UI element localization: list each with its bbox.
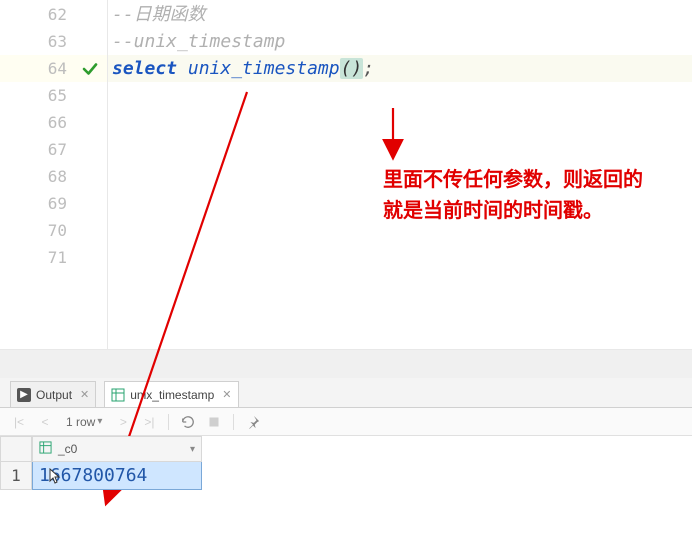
tab-result[interactable]: unix_timestamp ✕	[104, 381, 238, 407]
code-line	[108, 190, 692, 217]
sheet-icon	[39, 441, 52, 457]
next-page-button[interactable]: >	[114, 413, 132, 431]
code-line: --日期函数	[108, 1, 692, 28]
code-line	[108, 163, 692, 190]
line-number-gutter: 62 63 64 65 66 67 68 69 70 71	[0, 0, 108, 349]
cell-value[interactable]: 1667800764	[32, 462, 202, 490]
line-number: 65	[0, 82, 107, 109]
tab-output[interactable]: ▶ Output ✕	[10, 381, 96, 407]
result-toolbar: |< < 1 row ▾ > >|	[0, 408, 692, 436]
tab-label: unix_timestamp	[130, 388, 214, 402]
last-page-button[interactable]: >|	[140, 413, 158, 431]
result-tabbar: ▶ Output ✕ unix_timestamp ✕	[0, 378, 692, 408]
result-grid: _c0 ▾ 1 1667800764	[0, 436, 220, 490]
prev-page-button[interactable]: <	[36, 413, 54, 431]
close-icon[interactable]: ✕	[222, 388, 231, 401]
line-number: 68	[0, 163, 107, 190]
stop-button[interactable]	[205, 413, 223, 431]
table-row: 1 1667800764	[0, 462, 220, 490]
first-page-button[interactable]: |<	[10, 413, 28, 431]
chevron-down-icon[interactable]: ▾	[190, 444, 195, 455]
line-number: 69	[0, 190, 107, 217]
row-count-dropdown[interactable]: 1 row ▾	[62, 415, 106, 429]
line-number: 67	[0, 136, 107, 163]
column-header[interactable]: _c0 ▾	[32, 436, 202, 462]
checkmark-icon	[81, 59, 99, 77]
line-number: 62	[0, 1, 107, 28]
panel-gap	[0, 350, 692, 378]
chevron-down-icon: ▾	[97, 416, 102, 427]
line-number: 71	[0, 244, 107, 271]
grid-corner[interactable]	[0, 436, 32, 462]
code-line: select unix_timestamp();	[108, 55, 692, 82]
sheet-icon	[111, 388, 125, 402]
line-number: 70	[0, 217, 107, 244]
line-number: 64	[0, 55, 107, 82]
row-number[interactable]: 1	[0, 462, 32, 490]
code-line: --unix_timestamp	[108, 28, 692, 55]
pin-button[interactable]	[244, 413, 262, 431]
refresh-button[interactable]	[179, 413, 197, 431]
code-editor: 62 63 64 65 66 67 68 69 70 71 --日期函数 --u…	[0, 0, 692, 350]
column-label: _c0	[58, 442, 77, 456]
tab-label: Output	[36, 388, 72, 402]
code-line	[108, 82, 692, 109]
code-line	[108, 109, 692, 136]
code-area[interactable]: --日期函数 --unix_timestamp select unix_time…	[108, 0, 692, 349]
code-line	[108, 217, 692, 244]
output-icon: ▶	[17, 388, 31, 402]
line-number: 63	[0, 28, 107, 55]
line-number: 66	[0, 109, 107, 136]
code-line	[108, 244, 692, 271]
close-icon[interactable]: ✕	[80, 388, 89, 401]
code-line	[108, 136, 692, 163]
